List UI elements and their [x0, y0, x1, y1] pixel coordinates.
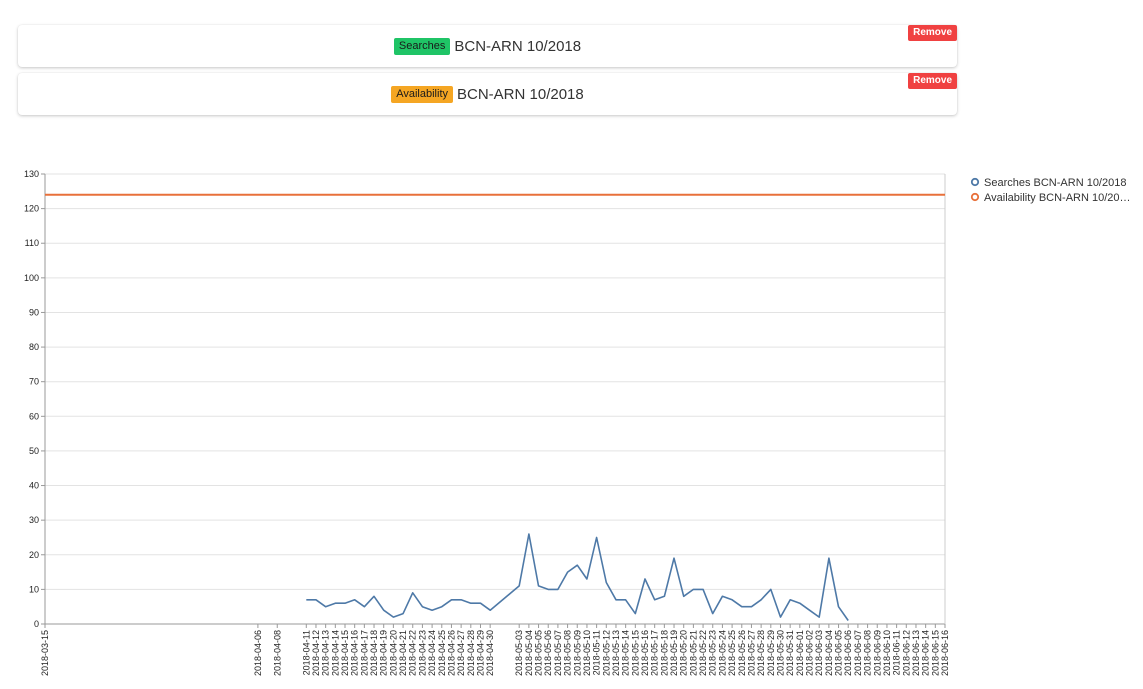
x-tick-label: 2018-06-01	[795, 630, 805, 676]
x-tick-label: 2018-04-28	[466, 630, 476, 676]
x-tick-label: 2018-05-13	[611, 630, 621, 676]
series-line-searches	[306, 533, 849, 621]
x-tick-label: 2018-05-07	[553, 630, 563, 676]
series-layer	[45, 193, 945, 621]
x-tick-label: 2018-05-10	[582, 630, 592, 676]
x-tick-label: 2018-05-23	[708, 630, 718, 676]
y-tick-label: 40	[29, 481, 39, 491]
x-tick-label: 2018-05-27	[746, 630, 756, 676]
x-tick-label: 2018-05-16	[640, 630, 650, 676]
x-tick-label: 2018-06-09	[872, 630, 882, 676]
x-tick-label: 2018-05-03	[514, 630, 524, 676]
x-tick-label: 2018-04-21	[398, 630, 408, 676]
x-tick-label: 2018-06-06	[843, 630, 853, 676]
x-tick-label: 2018-05-21	[688, 630, 698, 676]
x-tick-label: 2018-03-15	[40, 630, 50, 676]
y-axis: 0 10 20 30 40 50 60 70 80 90 100 110 120 130	[24, 169, 46, 629]
x-tick-label: 2018-04-30	[485, 630, 495, 676]
x-tick-label: 2018-05-14	[621, 630, 631, 676]
x-tick-label: 2018-05-04	[524, 630, 534, 676]
x-tick-label: 2018-06-11	[892, 630, 902, 675]
x-tick-label: 2018-05-11	[592, 630, 602, 675]
legend-item-searches[interactable]: Searches BCN-ARN 10/2018	[970, 177, 1127, 189]
legend-label: Searches BCN-ARN 10/2018	[984, 177, 1126, 189]
x-tick-label: 2018-05-18	[659, 630, 669, 676]
x-tick-label: 2018-06-14	[921, 630, 931, 676]
x-tick-label: 2018-06-02	[805, 630, 815, 676]
x-tick-label: 2018-05-20	[679, 630, 689, 676]
x-tick-label: 2018-06-07	[853, 630, 863, 676]
x-tick-label: 2018-05-26	[737, 630, 747, 676]
x-tick-label: 2018-04-08	[272, 630, 282, 676]
x-tick-label: 2018-05-30	[775, 630, 785, 676]
x-tick-label: 2018-05-15	[630, 630, 640, 676]
x-tick-label: 2018-05-05	[534, 630, 544, 676]
x-tick-label: 2018-05-08	[563, 630, 573, 676]
x-axis: 2018-03-15 2018-04-06 2018-04-08 2018-04-11…	[40, 624, 950, 676]
y-tick-label: 90	[29, 307, 39, 317]
y-tick-label: 0	[34, 619, 39, 629]
x-tick-label: 2018-04-23	[417, 630, 427, 676]
x-tick-label: 2018-05-25	[727, 630, 737, 676]
x-tick-label: 2018-04-22	[408, 630, 418, 676]
x-tick-label: 2018-05-17	[650, 630, 660, 676]
legend-item-availability[interactable]: Availability BCN-ARN 10/20…	[970, 192, 1131, 204]
x-tick-label: 2018-04-20	[388, 630, 398, 676]
y-tick-label: 20	[29, 550, 39, 560]
x-tick-label: 2018-04-13	[321, 630, 331, 676]
y-tick-label: 120	[24, 204, 39, 214]
x-tick-label: 2018-05-12	[601, 630, 611, 676]
y-tick-label: 10	[29, 584, 39, 594]
x-tick-label: 2018-06-08	[863, 630, 873, 676]
x-tick-label: 2018-05-28	[756, 630, 766, 676]
y-tick-label: 60	[29, 411, 39, 421]
x-tick-label: 2018-04-17	[359, 630, 369, 676]
x-tick-label: 2018-04-25	[437, 630, 447, 676]
x-tick-label: 2018-05-06	[543, 630, 553, 676]
x-tick-label: 2018-04-19	[379, 630, 389, 676]
x-tick-label: 2018-04-27	[456, 630, 466, 676]
x-tick-label: 2018-04-12	[311, 630, 321, 676]
grid	[45, 173, 946, 625]
x-tick-label: 2018-05-24	[717, 630, 727, 676]
x-tick-label: 2018-04-06	[253, 630, 263, 676]
x-tick-label: 2018-06-15	[930, 630, 940, 676]
x-tick-label: 2018-06-16	[940, 630, 950, 676]
x-tick-label: 2018-04-29	[475, 630, 485, 676]
legend-marker	[970, 192, 980, 202]
x-tick-label: 2018-06-10	[882, 630, 892, 676]
x-tick-label: 2018-04-15	[340, 630, 350, 676]
line-chart: 0 10 20 30 40 50 60 70 80 90 100 110 120 130 2018-03-…	[24, 169, 1131, 676]
x-tick-label: 2018-05-22	[698, 630, 708, 676]
y-tick-label: 80	[29, 342, 39, 352]
x-tick-label: 2018-05-29	[766, 630, 776, 676]
legend-label: Availability BCN-ARN 10/20…	[984, 192, 1131, 204]
x-tick-label: 2018-06-13	[911, 630, 921, 676]
x-tick-label: 2018-04-14	[330, 630, 340, 676]
x-tick-label: 2018-04-26	[446, 630, 456, 676]
y-tick-label: 70	[29, 377, 39, 387]
x-tick-label: 2018-04-16	[350, 630, 360, 676]
y-tick-label: 130	[24, 169, 39, 179]
y-tick-label: 100	[24, 273, 39, 283]
x-tick-label: 2018-05-19	[669, 630, 679, 676]
x-tick-label: 2018-06-03	[814, 630, 824, 676]
x-tick-label: 2018-04-24	[427, 630, 437, 676]
x-tick-label: 2018-06-05	[834, 630, 844, 676]
x-tick-label: 2018-05-31	[785, 630, 795, 676]
x-tick-label: 2018-06-12	[901, 630, 911, 676]
legend-marker	[970, 177, 980, 187]
y-tick-label: 50	[29, 446, 39, 456]
x-tick-label: 2018-04-18	[369, 630, 379, 676]
y-tick-label: 110	[25, 238, 39, 248]
y-tick-label: 30	[29, 515, 39, 525]
x-tick-label: 2018-05-09	[572, 630, 582, 676]
x-tick-label: 2018-04-11	[301, 630, 311, 675]
x-tick-label: 2018-06-04	[824, 630, 834, 676]
legend[interactable]: Searches BCN-ARN 10/2018 Availability BCN…	[970, 177, 1131, 204]
